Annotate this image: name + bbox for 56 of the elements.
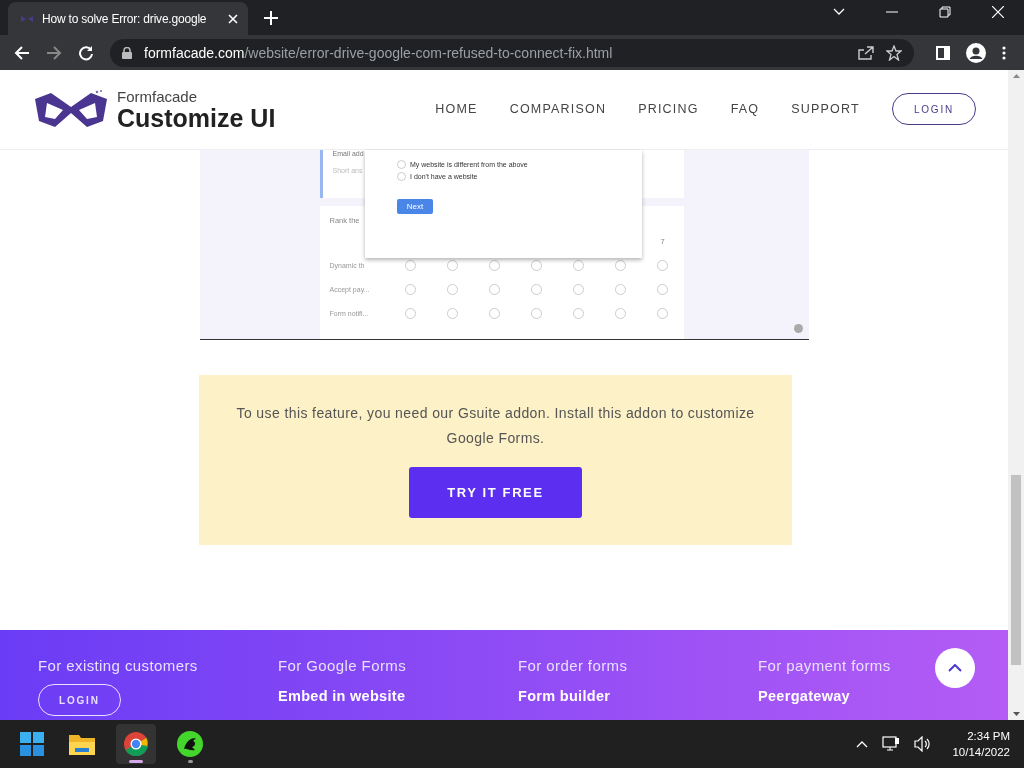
- chevron-down-icon[interactable]: [833, 8, 845, 16]
- scroll-top-button[interactable]: [935, 648, 975, 689]
- reload-icon[interactable]: [78, 44, 94, 61]
- speaker-icon[interactable]: [914, 736, 933, 752]
- footer-heading: For order forms: [518, 657, 628, 675]
- new-tab-icon[interactable]: [264, 11, 278, 25]
- scrollbar[interactable]: [1008, 70, 1024, 720]
- scroll-down-icon[interactable]: [1012, 712, 1020, 716]
- snake-logo-icon: [177, 731, 203, 757]
- scrollbar-thumb[interactable]: [1011, 475, 1021, 665]
- chrome-icon: [124, 732, 148, 756]
- chevron-up-icon: [948, 664, 962, 673]
- clock-date: 10/14/2022: [952, 745, 1010, 760]
- footer-link[interactable]: Embed in website: [278, 688, 406, 705]
- brand-subtitle: Formfacade: [117, 87, 199, 105]
- share-icon[interactable]: [858, 45, 874, 60]
- address-bar[interactable]: formfacade.com/website/error-drive-google-com-refused-to-connect-fix.html: [110, 38, 914, 67]
- brand-name: Customize UI: [117, 104, 276, 131]
- footer-heading: For payment forms: [758, 657, 891, 675]
- chevron-up-icon[interactable]: [856, 740, 869, 748]
- nav-link[interactable]: SUPPORT: [791, 102, 860, 117]
- logo-icon[interactable]: [33, 89, 109, 130]
- restore-icon[interactable]: [939, 6, 951, 18]
- minimize-icon[interactable]: [886, 11, 898, 13]
- close-icon[interactable]: [228, 13, 238, 24]
- side-panel-icon[interactable]: [936, 45, 950, 60]
- footer-link[interactable]: Form builder: [518, 688, 611, 705]
- try-free-button[interactable]: TRY IT FREE: [409, 467, 582, 519]
- menu-icon[interactable]: [1002, 45, 1006, 60]
- start-icon[interactable]: [20, 732, 44, 756]
- footer-heading: For Google Forms: [278, 657, 407, 675]
- tab-title: How to solve Error: drive.google: [42, 11, 208, 26]
- close-icon[interactable]: [992, 6, 1004, 18]
- url-text: formfacade.com/website/error-drive-google-com-refused-to-connect-fix.html: [144, 44, 613, 61]
- taskbar-app[interactable]: [116, 724, 156, 764]
- folder-icon: [69, 733, 95, 755]
- login-button[interactable]: LOGIN: [891, 93, 976, 126]
- notice-text: To use this feature, you need our Gsuite addon. Install this addon to customize Google Forms.: [235, 404, 756, 449]
- nav-link[interactable]: FAQ: [730, 102, 760, 117]
- footer-link[interactable]: Peergateway: [758, 688, 850, 705]
- footer-heading: For existing customers: [38, 657, 198, 675]
- network-icon[interactable]: [882, 736, 901, 752]
- back-icon[interactable]: [14, 44, 30, 61]
- next-button[interactable]: Next: [397, 198, 433, 214]
- forward-icon[interactable]: [46, 44, 62, 61]
- nav-link[interactable]: HOME: [435, 102, 478, 117]
- browser-tab[interactable]: How to solve Error: drive.google: [8, 2, 248, 35]
- star-icon[interactable]: [886, 44, 902, 61]
- help-icon[interactable]: [794, 324, 803, 334]
- clock-time: 2:34 PM: [967, 729, 1010, 744]
- profile-icon[interactable]: [966, 42, 986, 63]
- favicon-icon: [20, 13, 34, 24]
- lock-icon: [122, 46, 132, 59]
- scroll-up-icon[interactable]: [1012, 74, 1020, 78]
- nav-link[interactable]: COMPARISON: [509, 102, 607, 117]
- nav-link[interactable]: PRICING: [638, 102, 699, 117]
